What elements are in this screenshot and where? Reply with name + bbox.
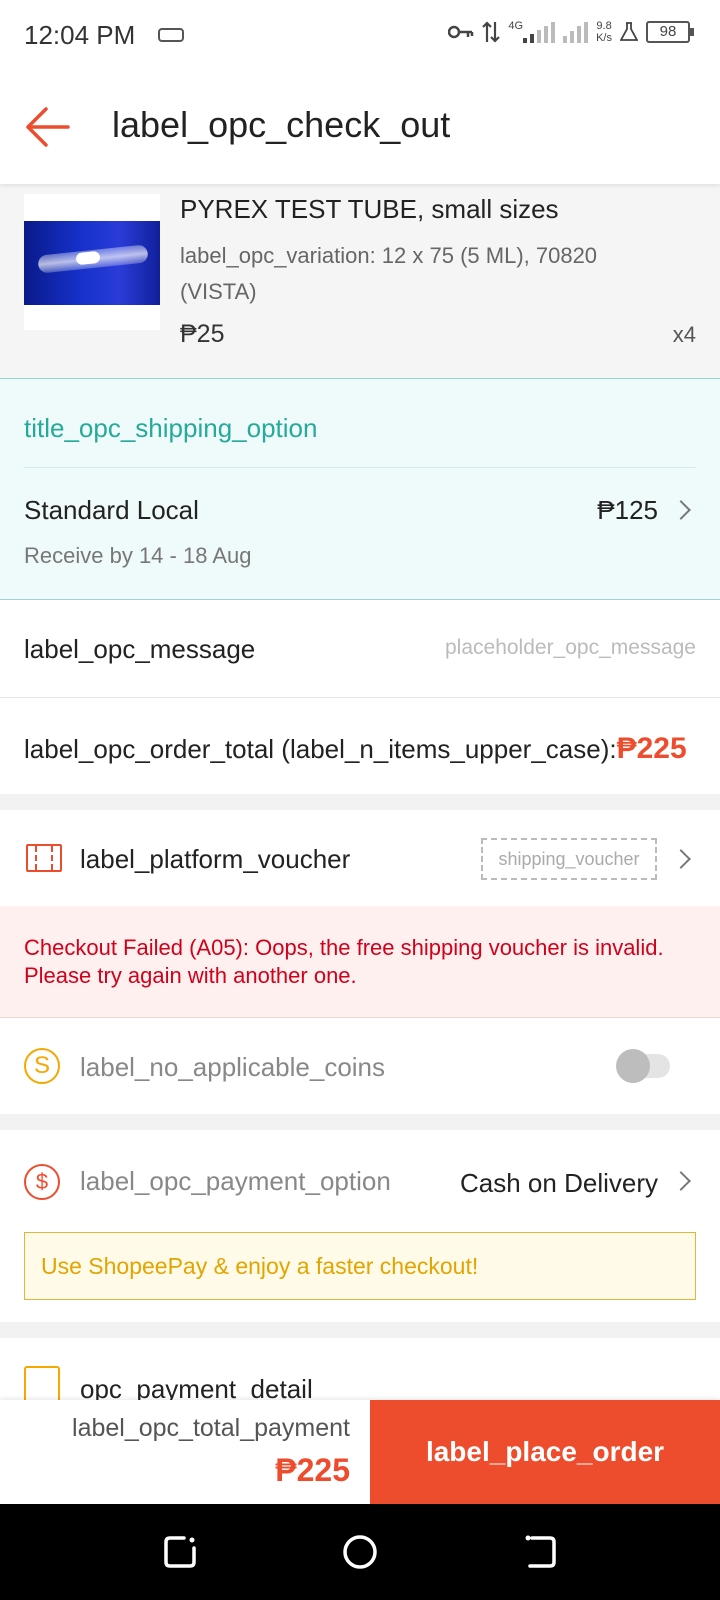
product-price: ₱25 — [180, 320, 225, 348]
divider — [24, 467, 696, 468]
shipping-method: Standard Local — [24, 495, 199, 525]
status-time: 12:04 PM — [24, 20, 136, 50]
chevron-right-icon — [671, 849, 691, 869]
voucher-chip: shipping_voucher — [481, 838, 657, 880]
chevron-right-icon — [671, 1171, 691, 1191]
shipping-receive-by: Receive by 14 - 18 Aug — [24, 543, 252, 568]
payment-value: Cash on Delivery — [460, 1168, 658, 1198]
shopeepay-promo-banner[interactable]: Use ShopeePay & enjoy a faster checkout! — [24, 1232, 696, 1300]
vpn-icon — [158, 28, 184, 42]
flask-icon — [620, 22, 638, 41]
net-speed: 9.8 K/s — [596, 20, 612, 44]
product-name: PYREX TEST TUBE, small sizes — [180, 194, 559, 224]
coins-label: label_no_applicable_coins — [80, 1052, 386, 1082]
payment-detail-row: opc_payment_detail — [0, 1338, 720, 1400]
toggle-knob — [616, 1049, 650, 1083]
product-quantity: x4 — [672, 322, 696, 347]
shipping-method-selector[interactable]: Standard Local Receive by 14 - 18 Aug ₱1… — [0, 469, 720, 599]
message-label: label_opc_message — [24, 634, 256, 664]
message-row: label_opc_message — [0, 600, 720, 698]
voucher-label: label_platform_voucher — [80, 844, 351, 874]
payment-option-section: $ label_opc_payment_option Cash on Deliv… — [0, 1130, 720, 1322]
message-input[interactable] — [396, 630, 696, 666]
chevron-right-icon — [671, 500, 691, 520]
status-bar: 12:04 PM 4G 9.8 K/s 98 — [0, 0, 720, 72]
receipt-icon — [24, 1366, 60, 1400]
platform-voucher-row[interactable]: label_platform_voucher shipping_voucher — [0, 810, 720, 906]
product-variation: label_opc_variation: 12 x 75 (5 ML), 708… — [180, 243, 598, 304]
page-title: label_opc_check_out — [112, 104, 451, 145]
coins-row: S label_no_applicable_coins — [0, 1018, 720, 1114]
status-icons: 4G 9.8 K/s 98 — [448, 20, 694, 44]
back-button[interactable] — [22, 100, 76, 154]
error-text: Checkout Failed (A05): Oops, the free sh… — [24, 935, 664, 988]
battery-icon: 98 — [646, 21, 694, 43]
error-message-box: Checkout Failed (A05): Oops, the free sh… — [0, 906, 720, 1018]
product-image — [24, 194, 160, 330]
coins-toggle[interactable] — [616, 1049, 670, 1083]
total-payment-amount: ₱225 — [275, 1452, 350, 1488]
app-bar: label_opc_check_out — [0, 72, 720, 184]
payment-detail-label: opc_payment_detail — [80, 1374, 313, 1400]
shipping-title: title_opc_shipping_option — [24, 413, 318, 443]
voucher-icon — [26, 844, 62, 872]
network-type: 4G — [508, 20, 524, 32]
checkout-bottom-bar: label_opc_total_payment ₱225 label_place… — [0, 1400, 720, 1504]
signal-2-icon — [563, 21, 589, 43]
signal-icon — [523, 21, 556, 43]
shipping-price: ₱125 — [597, 495, 658, 525]
recent-apps-icon[interactable] — [162, 1534, 198, 1570]
order-total: label_opc_order_total (label_n_items_upp… — [24, 732, 687, 766]
payment-icon: $ — [24, 1164, 60, 1200]
system-nav-bar — [0, 1504, 720, 1600]
key-icon — [448, 25, 474, 39]
product-item[interactable]: PYREX TEST TUBE, small sizes label_opc_v… — [0, 184, 720, 378]
home-icon[interactable] — [342, 1534, 378, 1570]
arrow-left-icon — [26, 107, 70, 147]
order-total-amount: ₱225 — [616, 732, 687, 765]
data-transfer-icon — [482, 21, 501, 43]
total-payment-label: label_opc_total_payment — [72, 1414, 350, 1442]
place-order-button[interactable]: label_place_order — [370, 1400, 720, 1504]
order-total-row: label_opc_order_total (label_n_items_upp… — [0, 698, 720, 794]
coin-icon: S — [24, 1048, 60, 1084]
payment-option-selector[interactable]: $ label_opc_payment_option Cash on Deliv… — [0, 1130, 720, 1226]
payment-label: label_opc_payment_option — [80, 1166, 391, 1196]
shipping-option-section: title_opc_shipping_option Standard Local… — [0, 378, 720, 600]
back-nav-icon[interactable] — [522, 1534, 558, 1570]
order-total-label: label_opc_order_total (label_n_items_upp… — [24, 734, 617, 764]
